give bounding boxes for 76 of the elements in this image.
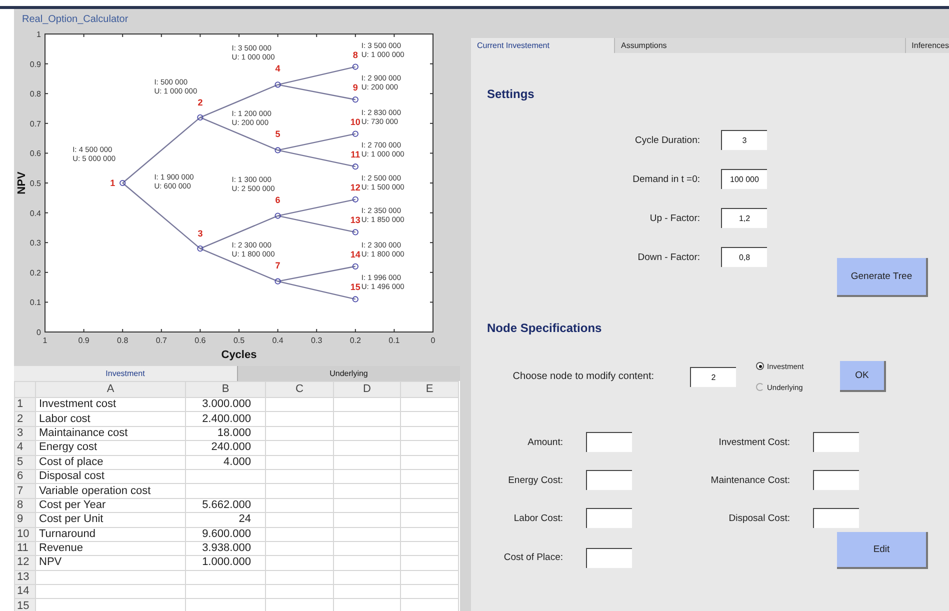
node-number: 7 (275, 260, 280, 270)
node-number: 10 (350, 116, 360, 127)
field-label: Cycle Duration: (634, 134, 700, 146)
field-label: Disposal Cost: (728, 512, 790, 524)
axis-tick-label: 0.3 (311, 336, 322, 345)
node-number: 8 (352, 50, 358, 60)
axis-tick-label: 0.2 (350, 336, 361, 345)
table-cell: Disposal cost (36, 469, 186, 484)
field-label: Energy Cost: (507, 474, 563, 486)
section-heading: Settings (487, 87, 536, 101)
axis-tick-label: 0.7 (156, 336, 167, 345)
table-cell: 24 (186, 512, 266, 528)
node-number: 12 (350, 182, 360, 192)
axis-tick-label: 0.5 (233, 336, 245, 345)
table-cell: Cost of place (36, 455, 186, 470)
axis-tick-label: 0.4 (272, 336, 284, 345)
section-heading: Node Specifications (487, 321, 603, 335)
axis-tick-label: 0.1 (388, 336, 400, 345)
table-cell: 5.662.000 (186, 498, 266, 513)
table-cell: 3.000.000 (186, 398, 266, 412)
table-cell: 1.000.000 (186, 556, 266, 570)
table-cell: Energy cost (36, 440, 186, 456)
axis-tick-label: 1 (42, 336, 48, 345)
field-label: Investment Cost: (718, 436, 790, 448)
node-number: 2 (198, 97, 203, 108)
axis-tick-label: 0.8 (30, 90, 41, 99)
axis-tick-label: 0.6 (194, 336, 206, 345)
node-number: 1 (110, 178, 116, 188)
axis-tick-label: 0 (430, 336, 436, 345)
axis-title: Cycles (221, 349, 257, 361)
field-label: Labor Cost: (512, 512, 563, 524)
axis-tick-label: 0.9 (30, 60, 41, 69)
table-cell: 240.000 (186, 440, 266, 456)
table-cell: 3.938.000 (186, 541, 266, 556)
node-number: 5 (275, 129, 280, 140)
table-cell: Cost per Year (36, 498, 186, 513)
node-number: 6 (275, 194, 280, 205)
table-cell: 4.000 (186, 455, 266, 470)
node-number: 11 (350, 150, 360, 160)
axis-tick-label: 0.1 (30, 298, 41, 308)
window-title: Real_Option_Calculator (22, 14, 128, 25)
table-cell: Maintainance cost (36, 426, 186, 441)
table-cell: Labor cost (36, 412, 186, 426)
table-cell: Turnaround (36, 527, 186, 542)
table-cell: NPV (36, 556, 186, 570)
node-number: 3 (198, 228, 203, 239)
table-cell: Variable operation cost (36, 484, 186, 498)
axis-tick-label: 0.3 (30, 238, 41, 248)
axis-tick-label: 0.9 (78, 336, 90, 345)
field-label: Up - Factor: (648, 212, 700, 224)
table-cell: 18.000 (186, 426, 266, 441)
axis-tick-label: 0.2 (30, 268, 41, 278)
axis-tick-label: 0.7 (30, 119, 41, 128)
field-label: Demand in t =0: (632, 174, 700, 184)
table-cell: Cost per Unit (36, 512, 186, 528)
node-number: 4 (275, 64, 280, 74)
table-cell: Investment cost (36, 398, 186, 412)
field-label: Amount: (526, 436, 563, 448)
axis-tick-label: 0.4 (30, 208, 41, 218)
field-label: Down - Factor: (636, 252, 700, 262)
field-label: Cost of Place: (502, 552, 563, 563)
node-number: 15 (350, 282, 360, 292)
node-number: 14 (350, 249, 360, 260)
field-label: Maintenance Cost: (710, 474, 790, 486)
table-cell: Revenue (36, 541, 186, 556)
table-cell: 9.600.000 (186, 527, 266, 542)
table-cell: 2.400.000 (186, 412, 266, 426)
axis-title: NPV (16, 172, 28, 194)
field-label: Choose node to modify content: (512, 371, 655, 382)
axis-tick-label: 0 (36, 328, 41, 337)
axis-tick-label: 1 (36, 30, 41, 39)
axis-tick-label: 0.8 (117, 336, 128, 345)
node-number: 9 (352, 82, 358, 93)
axis-tick-label: 0.5 (30, 179, 41, 188)
node-number: 13 (350, 215, 360, 226)
axis-tick-label: 0.6 (30, 149, 41, 158)
